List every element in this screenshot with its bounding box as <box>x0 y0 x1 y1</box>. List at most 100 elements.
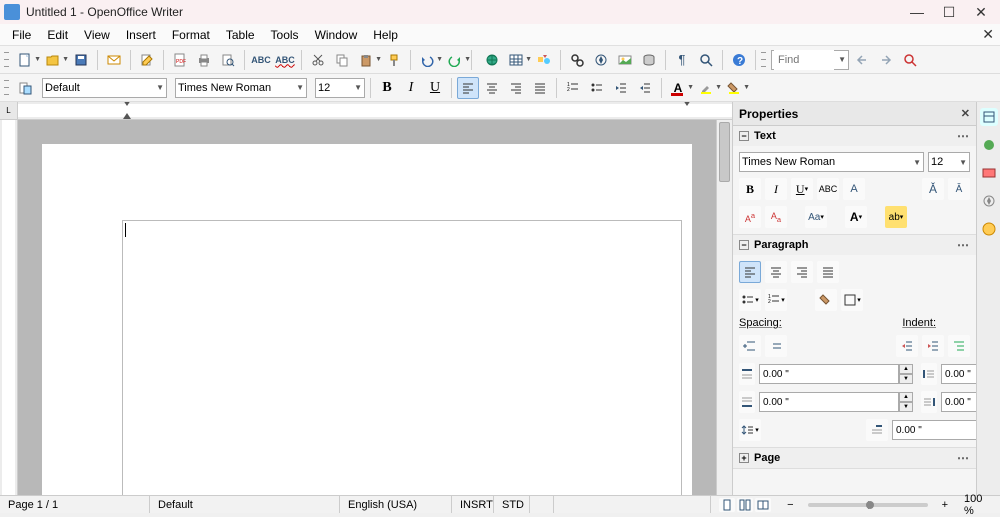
menu-format[interactable]: Format <box>164 26 218 44</box>
data-sources-button[interactable] <box>638 49 660 71</box>
menu-view[interactable]: View <box>76 26 118 44</box>
spellcheck-button[interactable]: ABC <box>250 49 272 71</box>
minimize-button[interactable]: — <box>910 5 924 19</box>
deck-navigator-icon[interactable] <box>980 192 998 210</box>
find-field[interactable] <box>774 50 834 70</box>
side-numbered-list-button[interactable]: 12▾ <box>765 289 787 311</box>
indent-left-input[interactable]: ▲▼ <box>941 364 976 384</box>
menu-edit[interactable]: Edit <box>39 26 76 44</box>
status-insert-mode[interactable]: INSRT <box>452 496 494 513</box>
space-below-input[interactable]: ▲▼ <box>759 392 913 412</box>
hyperlink-button[interactable] <box>481 49 503 71</box>
format-paintbrush-button[interactable] <box>383 49 405 71</box>
close-window-button[interactable]: ✕ <box>974 5 988 19</box>
section-more-icon[interactable]: ⋯ <box>957 238 970 252</box>
document-viewport[interactable] <box>18 120 716 495</box>
close-document-button[interactable]: ✕ <box>982 26 994 43</box>
show-draw-button[interactable] <box>533 49 555 71</box>
gallery-button[interactable] <box>614 49 636 71</box>
section-more-icon[interactable]: ⋯ <box>957 129 970 143</box>
side-font-size-select[interactable]: 12▼ <box>928 152 970 172</box>
numbered-list-button[interactable]: 12 <box>562 77 584 99</box>
side-highlight-button[interactable]: ab▾ <box>885 206 907 228</box>
space-above-input[interactable]: ▲▼ <box>759 364 913 384</box>
font-name-select[interactable]: Times New Roman▼ <box>175 78 307 98</box>
find-all-button[interactable] <box>899 49 921 71</box>
align-center-button[interactable] <box>481 77 503 99</box>
side-font-name-select[interactable]: Times New Roman▼ <box>739 152 924 172</box>
italic-button[interactable]: I <box>400 77 422 99</box>
find-prev-button[interactable] <box>851 49 873 71</box>
menu-insert[interactable]: Insert <box>118 26 164 44</box>
cut-button[interactable] <box>307 49 329 71</box>
collapse-paragraph-icon[interactable]: − <box>739 240 749 250</box>
menu-table[interactable]: Table <box>218 26 263 44</box>
side-align-right-button[interactable] <box>791 261 813 283</box>
email-button[interactable] <box>103 49 125 71</box>
status-selection-mode[interactable]: STD <box>494 496 530 513</box>
zoom-slider[interactable] <box>808 503 928 507</box>
new-doc-button[interactable]: ▼ <box>14 49 36 71</box>
maximize-button[interactable]: ☐ <box>942 5 956 19</box>
decrease-indent-button[interactable] <box>610 77 632 99</box>
status-language[interactable]: English (USA) <box>340 496 452 513</box>
stylist-button[interactable] <box>14 77 36 99</box>
insert-table-button[interactable]: ▼ <box>505 49 527 71</box>
deck-functions-icon[interactable] <box>980 220 998 238</box>
document-page[interactable] <box>122 220 682 495</box>
zoom-button[interactable] <box>695 49 717 71</box>
side-strike-button[interactable]: ABC <box>817 178 839 200</box>
side-justify-button[interactable] <box>817 261 839 283</box>
side-case-button[interactable]: Aa▾ <box>805 206 827 228</box>
redo-button[interactable]: ▼ <box>444 49 466 71</box>
side-bold-button[interactable]: B <box>739 178 761 200</box>
side-align-center-button[interactable] <box>765 261 787 283</box>
font-color-button[interactable]: A▼ <box>667 77 689 99</box>
open-button[interactable]: ▼ <box>42 49 64 71</box>
help-button[interactable]: ? <box>728 49 750 71</box>
side-underline-button[interactable]: U▾ <box>791 178 813 200</box>
deck-gallery-icon[interactable] <box>980 164 998 182</box>
highlight-button[interactable]: ▼ <box>695 77 717 99</box>
indent-right-input[interactable]: ▲▼ <box>941 392 976 412</box>
para-bg-button[interactable] <box>815 289 837 311</box>
line-spacing-button[interactable]: ▾ <box>739 419 761 441</box>
export-pdf-button[interactable]: PDF <box>169 49 191 71</box>
print-preview-button[interactable] <box>217 49 239 71</box>
paste-button[interactable]: ▼ <box>355 49 377 71</box>
copy-button[interactable] <box>331 49 353 71</box>
dec-indent-button[interactable] <box>922 335 944 357</box>
find-next-button[interactable] <box>875 49 897 71</box>
collapse-text-icon[interactable]: − <box>739 131 749 141</box>
inc-spacing-button[interactable] <box>739 335 761 357</box>
find-input[interactable]: ▼ <box>771 50 849 70</box>
status-signature[interactable] <box>530 496 554 513</box>
font-size-select[interactable]: 12▼ <box>315 78 365 98</box>
para-style-select[interactable]: Default▼ <box>42 78 167 98</box>
vertical-scrollbar[interactable] <box>716 120 732 495</box>
deck-properties-icon[interactable] <box>980 108 998 126</box>
status-page[interactable]: Page 1 / 1 <box>0 496 150 513</box>
edit-doc-button[interactable] <box>136 49 158 71</box>
shrink-font-button[interactable]: Ǎ <box>948 178 970 200</box>
inc-indent-button[interactable] <box>896 335 918 357</box>
dec-spacing-button[interactable] <box>765 335 787 357</box>
save-button[interactable] <box>70 49 92 71</box>
side-shadow-button[interactable]: A <box>843 178 865 200</box>
autospellcheck-button[interactable]: ABC <box>274 49 296 71</box>
side-font-color-button[interactable]: A▾ <box>845 206 867 228</box>
align-right-button[interactable] <box>505 77 527 99</box>
super-button[interactable]: Aa <box>739 206 761 228</box>
nonprinting-chars-button[interactable]: ¶ <box>671 49 693 71</box>
print-button[interactable] <box>193 49 215 71</box>
navigator-button[interactable] <box>590 49 612 71</box>
menu-file[interactable]: File <box>4 26 39 44</box>
menu-tools[interactable]: Tools <box>263 26 307 44</box>
view-book-icon[interactable] <box>755 498 771 512</box>
bold-button[interactable]: B <box>376 77 398 99</box>
menu-window[interactable]: Window <box>307 26 366 44</box>
side-italic-button[interactable]: I <box>765 178 787 200</box>
section-more-icon[interactable]: ⋯ <box>957 451 970 465</box>
toolbar-grip[interactable] <box>4 50 9 70</box>
align-left-button[interactable] <box>457 77 479 99</box>
